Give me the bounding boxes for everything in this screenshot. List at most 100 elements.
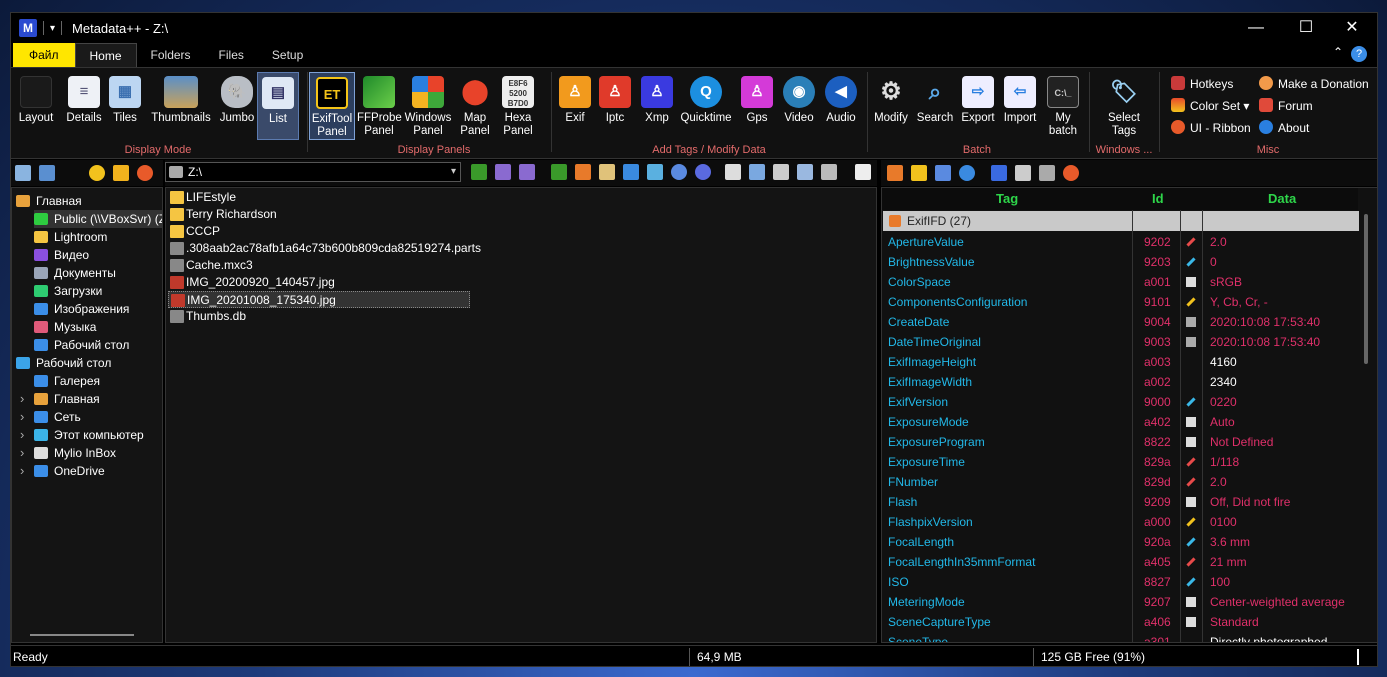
tag-row[interactable]: ExifImageWidth a002 2340	[882, 372, 1358, 392]
tree-item[interactable]: › Сеть	[20, 408, 81, 426]
tag-row[interactable]: ExposureTime 829a 1/118	[882, 452, 1358, 472]
hexa-panel-button[interactable]: E8F6 5200 B7D0 Hexa Panel	[497, 72, 539, 140]
copy-view-icon[interactable]	[821, 164, 837, 180]
tree-item[interactable]: › Этот компьютер	[20, 426, 144, 444]
lifebuoy-icon[interactable]	[1063, 165, 1079, 181]
export-button[interactable]: ⇨ Export	[957, 72, 999, 140]
header-tag[interactable]: Tag	[996, 191, 1018, 206]
tag-row[interactable]: SceneType a301 Directly photographed	[882, 632, 1358, 642]
refresh-icon[interactable]	[671, 164, 687, 180]
tree-item[interactable]: › OneDrive	[20, 462, 105, 480]
tree-item[interactable]: Рабочий стол	[34, 336, 129, 354]
tree-view-icon[interactable]	[15, 165, 31, 181]
close-button[interactable]: ✕	[1329, 13, 1375, 43]
sync-folder-icon[interactable]	[551, 164, 567, 180]
back-icon[interactable]	[495, 164, 511, 180]
tab-files[interactable]: Files	[205, 43, 258, 67]
smiley-icon[interactable]	[89, 165, 105, 181]
about-button[interactable]: About	[1259, 118, 1309, 138]
folder-item[interactable]: Terry Richardson	[168, 206, 277, 223]
new-folder-icon[interactable]	[113, 165, 129, 181]
folder-item[interactable]: CCCP	[168, 223, 220, 240]
lightning-icon[interactable]	[911, 165, 927, 181]
tag-row[interactable]: ISO 8827 100	[882, 572, 1358, 592]
address-dropdown-icon[interactable]: ▾	[451, 163, 456, 181]
grid-medium-icon[interactable]	[797, 164, 813, 180]
file-item[interactable]: IMG_20201008_175340.jpg	[168, 291, 470, 308]
tag-row[interactable]: MeteringMode 9207 Center-weighted average	[882, 592, 1358, 612]
tree-item[interactable]: › Главная	[20, 390, 100, 408]
expand-chevron-icon[interactable]: ›	[20, 462, 24, 480]
tree-item[interactable]: Изображения	[34, 300, 129, 318]
map-panel-button[interactable]: ⬤ Map Panel	[455, 72, 495, 140]
forward-icon[interactable]	[519, 164, 535, 180]
resize-grip[interactable]	[1357, 649, 1359, 665]
minimize-button[interactable]: —	[1233, 13, 1279, 43]
quick-access-dropdown-icon[interactable]: ▾	[50, 23, 55, 34]
audio-button[interactable]: ◀ Audio	[821, 72, 861, 140]
expand-chevron-icon[interactable]: ›	[20, 444, 24, 462]
tree-item[interactable]: › Mylio InBox	[20, 444, 116, 462]
tab-file[interactable]: Файл	[13, 43, 75, 67]
tag-row[interactable]: ExposureProgram 8822 Not Defined	[882, 432, 1358, 452]
jumbo-button[interactable]: 🐘 Jumbo	[217, 72, 257, 140]
print-icon[interactable]	[1015, 165, 1031, 181]
maximize-button[interactable]: ☐	[1283, 13, 1329, 43]
video-button[interactable]: ◉ Video	[779, 72, 819, 140]
pin-icon[interactable]	[887, 165, 903, 181]
tree-item[interactable]: Lightroom	[34, 228, 107, 246]
tag-row[interactable]: FNumber 829d 2.0	[882, 472, 1358, 492]
header-id[interactable]: Id	[1152, 191, 1164, 206]
donation-button[interactable]: Make a Donation	[1259, 74, 1369, 94]
tree-horizontal-scrollbar[interactable]	[30, 634, 134, 636]
tag-row[interactable]: BrightnessValue 9203 0	[882, 252, 1358, 272]
expand-chevron-icon[interactable]: ›	[20, 426, 24, 444]
search-button[interactable]: ⌕ Search	[913, 72, 957, 140]
tag-row[interactable]: CreateDate 9004 2020:10:08 17:53:40	[882, 312, 1358, 332]
quicktime-button[interactable]: Q Quicktime	[679, 72, 733, 140]
xmp-button[interactable]: ♙ Xmp	[639, 72, 675, 140]
tab-home[interactable]: Home	[74, 43, 137, 67]
tag-row[interactable]: ComponentsConfiguration 9101 Y, Cb, Cr, -	[882, 292, 1358, 312]
refresh-alt-icon[interactable]	[695, 164, 711, 180]
exiftool-panel-button[interactable]: ET ExifTool Panel	[309, 72, 355, 140]
tag-row[interactable]: SceneCaptureType a406 Standard	[882, 612, 1358, 632]
ui-ribbon-button[interactable]: UI - Ribbon	[1171, 118, 1251, 138]
edit-note-icon[interactable]	[599, 164, 615, 180]
file-item[interactable]: Thumbs.db	[168, 308, 246, 325]
checkbox-icon[interactable]	[725, 164, 741, 180]
tag-row[interactable]: FlashpixVersion a000 0100	[882, 512, 1358, 532]
minus-icon[interactable]	[935, 165, 951, 181]
trash-icon[interactable]	[1039, 165, 1055, 181]
my-batch-button[interactable]: C:\_ My batch	[1043, 72, 1083, 140]
refresh-icon[interactable]	[959, 165, 975, 181]
tree-item[interactable]: Галерея	[34, 372, 100, 390]
lifebuoy-icon[interactable]	[137, 165, 153, 181]
tree-item[interactable]: Загрузки	[34, 282, 102, 300]
gps-button[interactable]: ♙ Gps	[739, 72, 775, 140]
export-file-icon[interactable]	[855, 164, 871, 180]
list-button[interactable]: ▤ List	[257, 72, 299, 140]
grid-small-icon[interactable]	[773, 164, 789, 180]
tag-row[interactable]: ExposureMode a402 Auto	[882, 412, 1358, 432]
up-folder-icon[interactable]	[471, 164, 487, 180]
modify-button[interactable]: ⚙ Modify	[869, 72, 913, 140]
tag-row[interactable]: ExifVersion 9000 0220	[882, 392, 1358, 412]
filter-icon[interactable]	[623, 164, 639, 180]
bookmark-icon[interactable]	[575, 164, 591, 180]
details-button[interactable]: ≡ Details	[63, 72, 105, 140]
tag-row[interactable]: FocalLengthIn35mmFormat a405 21 mm	[882, 552, 1358, 572]
collapse-ribbon-icon[interactable]: ⌃	[1333, 45, 1343, 59]
iptc-button[interactable]: ♙ Iptc	[597, 72, 633, 140]
pen-icon[interactable]	[647, 164, 663, 180]
layout-button[interactable]: Layout	[15, 72, 57, 140]
stack-icon[interactable]	[39, 165, 55, 181]
address-bar[interactable]: Z:\ ▾	[165, 162, 461, 182]
tag-row[interactable]: FocalLength 920a 3.6 mm	[882, 532, 1358, 552]
tree-item[interactable]: Главная	[16, 192, 82, 210]
tree-item[interactable]: Документы	[34, 264, 116, 282]
tag-group-exififd[interactable]: ExifIFD (27)	[883, 211, 1359, 231]
tag-row[interactable]: ApertureValue 9202 2.0	[882, 232, 1358, 252]
tree-item[interactable]: Музыка	[34, 318, 96, 336]
tag-row[interactable]: DateTimeOriginal 9003 2020:10:08 17:53:40	[882, 332, 1358, 352]
